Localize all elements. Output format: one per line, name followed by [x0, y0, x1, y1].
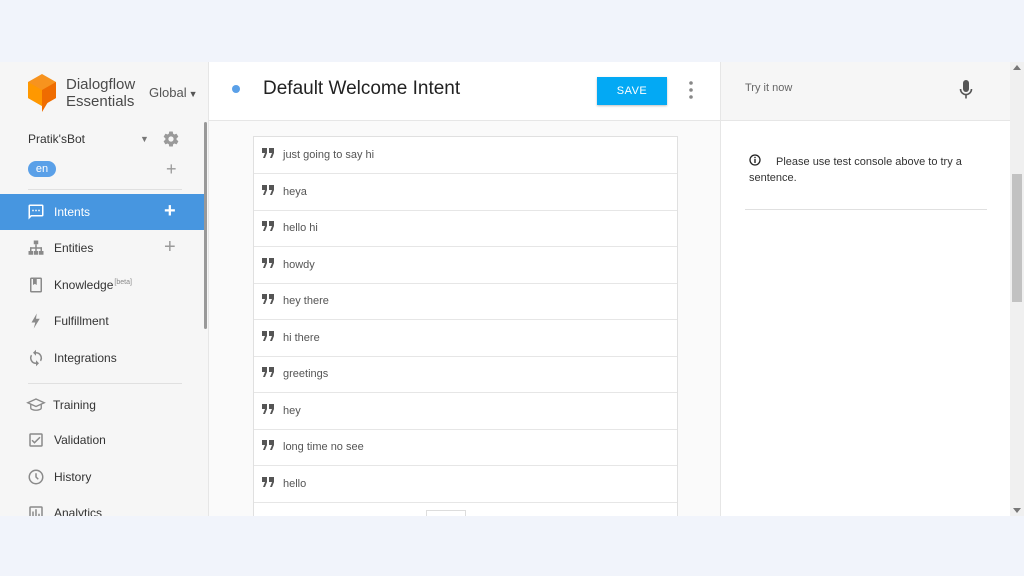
- intent-header: Default Welcome Intent SAVE: [209, 62, 720, 121]
- quote-icon: [262, 330, 274, 341]
- page-scrollbar[interactable]: [1010, 62, 1024, 516]
- brand: Dialogflow Essentials Global ▼: [26, 72, 206, 112]
- sidebar-item-label: Knowledge[beta]: [54, 278, 132, 292]
- language-row: en +: [28, 159, 182, 181]
- sidebar-item-label: Training: [53, 398, 96, 412]
- agent-selector[interactable]: Pratik'sBot ▼: [28, 130, 182, 152]
- sidebar-item-knowledge[interactable]: Knowledge[beta]: [0, 267, 204, 303]
- caret-down-icon: ▼: [188, 89, 198, 99]
- intent-editor: Default Welcome Intent SAVE just going t…: [208, 62, 721, 516]
- caret-down-icon[interactable]: ▼: [140, 134, 149, 144]
- sidebar-item-analytics[interactable]: Analytics: [0, 495, 204, 516]
- training-phrase-list: just going to say hi heya hello hi howdy…: [253, 136, 678, 516]
- phrase-text[interactable]: hello hi: [283, 222, 318, 234]
- clock-icon: [28, 469, 44, 485]
- agent-name: Pratik'sBot: [28, 132, 85, 146]
- quote-icon: [262, 440, 274, 450]
- quote-icon: [262, 148, 274, 158]
- product-name-line1: Dialogflow: [66, 76, 136, 93]
- sidebar: Dialogflow Essentials Global ▼ Pratik'sBo…: [0, 62, 208, 516]
- console-divider: [745, 209, 987, 210]
- beta-badge: [beta]: [114, 279, 132, 286]
- list-item[interactable]: hello: [254, 466, 677, 503]
- phrase-text[interactable]: hey there: [283, 295, 329, 307]
- sidebar-item-fulfillment[interactable]: Fulfillment: [0, 303, 204, 339]
- status-dot: [232, 85, 240, 93]
- region-selector[interactable]: Global ▼: [149, 85, 198, 100]
- sidebar-item-integrations[interactable]: Integrations: [0, 340, 204, 376]
- sidebar-item-label: Integrations: [54, 351, 117, 365]
- sidebar-divider: [28, 189, 182, 190]
- sidebar-item-validation[interactable]: Validation: [0, 422, 204, 458]
- scroll-up-icon[interactable]: [1013, 65, 1021, 70]
- dialogflow-console: Dialogflow Essentials Global ▼ Pratik'sBo…: [0, 62, 1024, 516]
- phrase-text[interactable]: greetings: [283, 368, 328, 380]
- sidebar-item-label: Fulfillment: [54, 314, 109, 328]
- list-item[interactable]: hey: [254, 393, 677, 430]
- test-console: Please use test console above to try a s…: [721, 62, 1010, 516]
- microphone-icon[interactable]: [959, 80, 973, 100]
- language-chip[interactable]: en: [28, 161, 56, 177]
- sidebar-scrollbar[interactable]: [204, 122, 207, 329]
- phrase-text[interactable]: long time no see: [283, 441, 364, 453]
- phrase-text[interactable]: howdy: [283, 259, 315, 271]
- analytics-icon: [29, 506, 43, 516]
- quote-icon: [262, 367, 274, 377]
- quote-icon: [262, 257, 274, 268]
- sidebar-item-label: Analytics: [54, 506, 103, 516]
- sidebar-item-entities[interactable]: Entities +: [0, 230, 204, 266]
- product-name: Dialogflow Essentials: [66, 76, 146, 110]
- sidebar-item-label: History: [54, 470, 92, 484]
- sync-icon: [29, 349, 43, 367]
- test-console-header: [721, 62, 1010, 121]
- chat-bubble-icon: [28, 204, 44, 220]
- quote-icon: [262, 294, 274, 304]
- sidebar-item-training[interactable]: Training: [0, 387, 204, 423]
- gear-icon[interactable]: [162, 130, 180, 148]
- dialogflow-logo-icon: [28, 74, 56, 112]
- sidebar-item-intents[interactable]: Intents +: [0, 194, 204, 230]
- list-item[interactable]: hey there: [254, 283, 677, 320]
- list-item[interactable]: heya: [254, 174, 677, 211]
- phrase-text[interactable]: hello: [283, 478, 306, 490]
- region-label: Global: [149, 85, 187, 100]
- list-item[interactable]: howdy: [254, 247, 677, 284]
- book-icon: [30, 277, 42, 293]
- quote-icon: [262, 403, 274, 414]
- sidebar-item-history[interactable]: History: [0, 459, 204, 495]
- sidebar-divider: [28, 383, 182, 384]
- add-intent-icon[interactable]: +: [164, 200, 176, 223]
- pagination-field[interactable]: [426, 510, 466, 516]
- scroll-down-icon[interactable]: [1013, 508, 1021, 513]
- quote-icon: [262, 476, 274, 487]
- add-entity-icon[interactable]: +: [164, 236, 176, 259]
- product-name-line2: Essentials: [66, 93, 135, 110]
- graduation-cap-icon: [26, 398, 46, 411]
- page-title: Default Welcome Intent: [263, 78, 461, 99]
- phrase-text[interactable]: hey: [283, 405, 301, 417]
- sidebar-item-label: Intents: [54, 205, 91, 219]
- list-item[interactable]: hi there: [254, 320, 677, 357]
- quote-icon: [262, 221, 274, 231]
- list-item[interactable]: greetings: [254, 356, 677, 393]
- more-vert-icon[interactable]: [687, 80, 695, 100]
- add-language-icon[interactable]: +: [166, 159, 177, 180]
- info-message: Please use test console above to try a s…: [749, 156, 962, 184]
- list-item[interactable]: long time no see: [254, 429, 677, 466]
- phrase-text[interactable]: hi there: [283, 332, 320, 344]
- phrase-text[interactable]: heya: [283, 186, 307, 198]
- quote-icon: [262, 184, 274, 195]
- hierarchy-icon: [28, 240, 44, 255]
- sidebar-item-label: Entities: [54, 241, 94, 255]
- try-it-now-input[interactable]: [745, 82, 945, 94]
- list-item[interactable]: just going to say hi: [254, 137, 677, 174]
- knowledge-label: Knowledge: [54, 278, 114, 292]
- checkbox-icon: [29, 433, 43, 447]
- lightning-bolt-icon: [31, 313, 40, 329]
- save-button[interactable]: SAVE: [597, 77, 667, 105]
- scrollbar-thumb[interactable]: [1012, 174, 1022, 302]
- list-item[interactable]: hello hi: [254, 210, 677, 247]
- sidebar-item-label: Validation: [54, 433, 106, 447]
- phrase-text[interactable]: just going to say hi: [283, 149, 374, 161]
